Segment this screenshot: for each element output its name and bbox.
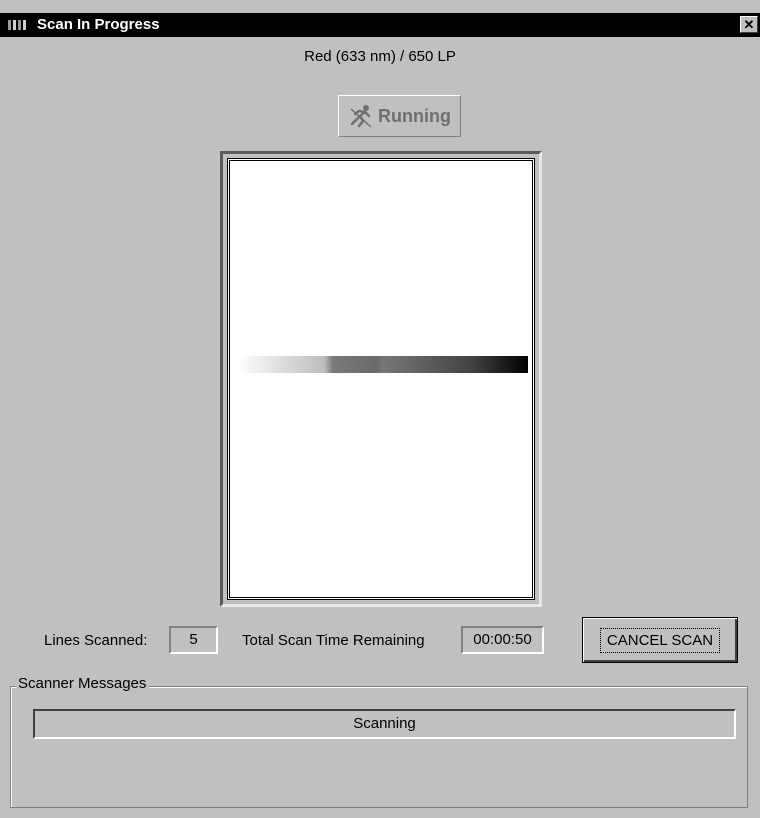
scan-preview <box>220 151 542 607</box>
status-label: Running <box>378 105 451 126</box>
window-title: Scan In Progress <box>37 16 160 33</box>
cancel-scan-label: CANCEL SCAN <box>599 627 721 653</box>
scanner-message-text: Scanning <box>33 709 736 739</box>
scanned-line <box>237 356 528 373</box>
scan-preview-canvas <box>227 158 535 600</box>
time-remaining-value: 00:00:50 <box>461 626 544 654</box>
status-indicator: Running <box>338 95 461 137</box>
title-bar: Scan In Progress ✕ <box>0 13 760 37</box>
scanner-icon <box>8 19 30 31</box>
lines-scanned-value: 5 <box>169 626 218 654</box>
laser-filter-label: Red (633 nm) / 650 LP <box>304 48 456 65</box>
running-man-icon <box>350 105 372 128</box>
scanner-messages-label: Scanner Messages <box>16 675 150 692</box>
cancel-scan-button[interactable]: CANCEL SCAN <box>582 617 738 663</box>
time-remaining-label: Total Scan Time Remaining <box>242 632 425 649</box>
close-button[interactable]: ✕ <box>740 16 758 33</box>
lines-scanned-label: Lines Scanned: <box>44 632 148 649</box>
scanner-messages-group <box>10 686 748 808</box>
